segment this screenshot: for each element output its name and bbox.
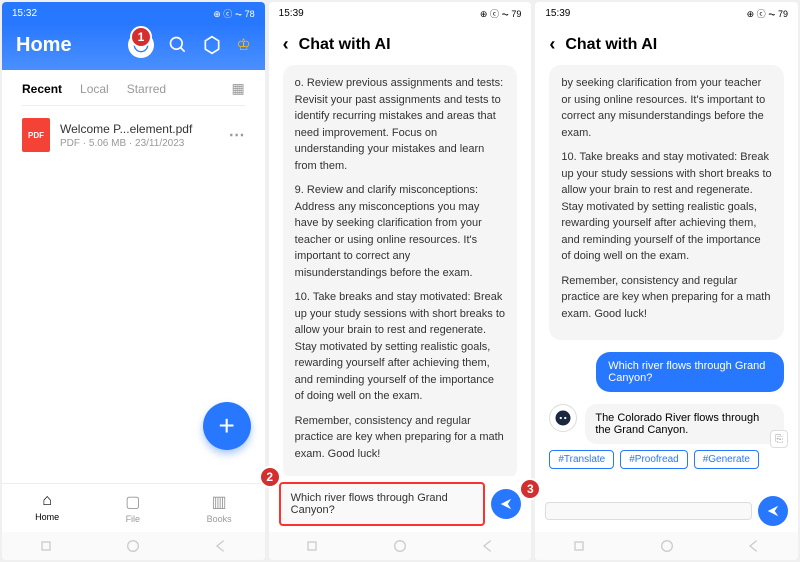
back-icon[interactable]: ‹: [283, 34, 289, 55]
back-icon[interactable]: [480, 538, 496, 554]
suggestion-generate[interactable]: #Generate: [694, 450, 759, 469]
phone-chat-input: 15:39 ⊕ ⓒ ⏦ 79 ‹ Chat with AI o. Review …: [269, 2, 532, 560]
recent-apps-icon[interactable]: [38, 538, 54, 554]
suggestion-proofread[interactable]: #Proofread: [620, 450, 687, 469]
nav-home[interactable]: ⌂Home: [35, 492, 59, 524]
status-bar: 15:39 ⊕ ⓒ ⏦ 79: [535, 2, 798, 24]
annotation-badge-1: 1: [130, 26, 152, 48]
chat-input-row: Which river flows through Grand Canyon?: [269, 476, 532, 532]
tab-starred[interactable]: Starred: [127, 82, 166, 96]
page-title: Home: [16, 34, 72, 57]
chat-input[interactable]: [545, 502, 752, 520]
send-button[interactable]: [491, 489, 521, 519]
pdf-icon: PDF: [22, 118, 50, 152]
system-nav: [535, 532, 798, 560]
file-item[interactable]: PDF Welcome P...element.pdf PDF · 5.06 M…: [22, 106, 245, 164]
status-icons: ⊕ ⓒ ⏦ 79: [747, 7, 788, 20]
chat-input-row: [535, 490, 798, 532]
grid-view-icon[interactable]: ▦: [231, 80, 244, 97]
back-icon[interactable]: [746, 538, 762, 554]
tab-recent[interactable]: Recent: [22, 82, 62, 96]
phone-chat-response: 15:39 ⊕ ⓒ ⏦ 79 ‹ Chat with AI by seeking…: [535, 2, 798, 560]
ai-reply: The Colorado River flows through the Gra…: [585, 404, 784, 444]
page-title: Chat with AI: [565, 36, 657, 54]
ai-message: by seeking clarification from your teach…: [549, 65, 784, 340]
settings-icon[interactable]: [202, 35, 222, 55]
more-icon[interactable]: ⋯: [229, 125, 245, 145]
home-icon[interactable]: [659, 538, 675, 554]
nav-file[interactable]: ▢File: [125, 492, 140, 524]
crown-icon[interactable]: ♔: [236, 35, 250, 55]
suggestion-translate[interactable]: #Translate: [549, 450, 614, 469]
chat-header: ‹ Chat with AI: [269, 24, 532, 65]
recent-apps-icon[interactable]: [571, 538, 587, 554]
recent-apps-icon[interactable]: [304, 538, 320, 554]
chat-body: o. Review previous assignments and tests…: [269, 65, 532, 476]
system-nav: [269, 532, 532, 560]
status-icons: ⊕ ⓒ ⏦ 79: [480, 7, 521, 20]
search-icon[interactable]: [168, 35, 188, 55]
add-button[interactable]: +: [203, 402, 251, 450]
file-name: Welcome P...element.pdf: [60, 122, 219, 136]
back-icon[interactable]: ‹: [549, 34, 555, 55]
chat-input[interactable]: Which river flows through Grand Canyon?: [279, 482, 486, 526]
system-nav: [2, 532, 265, 560]
file-tabs: Recent Local Starred ▦: [22, 80, 245, 106]
copy-icon[interactable]: ⎘: [770, 430, 788, 448]
status-bar: 15:32 ⊕ ⓒ ⏦ 78: [2, 2, 265, 24]
suggestion-row: #Translate #Proofread #Generate: [549, 444, 784, 475]
chat-body: by seeking clarification from your teach…: [535, 65, 798, 490]
bottom-nav: ⌂Home ▢File ▥Books: [2, 483, 265, 532]
page-title: Chat with AI: [299, 36, 391, 54]
tab-local[interactable]: Local: [80, 82, 109, 96]
phone-home-screen: 15:32 ⊕ ⓒ ⏦ 78 Home ♔ Recent Local Starr…: [2, 2, 265, 560]
annotation-badge-2: 2: [259, 466, 281, 488]
file-meta: PDF · 5.06 MB · 23/11/2023: [60, 138, 219, 149]
send-button[interactable]: [758, 496, 788, 526]
status-time: 15:39: [279, 8, 304, 19]
ai-avatar-icon: [549, 404, 577, 432]
status-time: 15:32: [12, 8, 37, 19]
back-icon[interactable]: [213, 538, 229, 554]
home-icon[interactable]: [125, 538, 141, 554]
nav-books[interactable]: ▥Books: [207, 492, 232, 524]
home-icon[interactable]: [392, 538, 408, 554]
user-message: Which river flows through Grand Canyon?: [596, 352, 784, 392]
status-time: 15:39: [545, 8, 570, 19]
status-icons: ⊕ ⓒ ⏦ 78: [213, 7, 254, 20]
status-bar: 15:39 ⊕ ⓒ ⏦ 79: [269, 2, 532, 24]
ai-message: o. Review previous assignments and tests…: [283, 65, 518, 476]
chat-header: ‹ Chat with AI: [535, 24, 798, 65]
ai-reply-row: The Colorado River flows through the Gra…: [549, 404, 784, 444]
